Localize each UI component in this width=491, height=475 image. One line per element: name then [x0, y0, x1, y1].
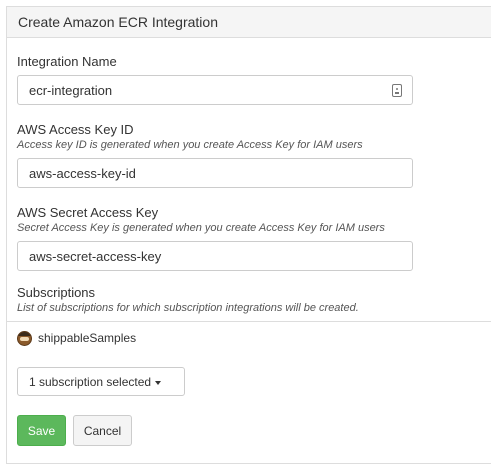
cancel-button[interactable]: Cancel: [73, 415, 132, 446]
secret-key-label: AWS Secret Access Key: [17, 205, 159, 220]
access-key-label: AWS Access Key ID: [17, 122, 134, 137]
access-key-input[interactable]: aws-access-key-id: [17, 158, 413, 188]
access-key-value: aws-access-key-id: [29, 166, 136, 181]
subscription-dropdown[interactable]: 1 subscription selected: [17, 367, 185, 396]
org-avatar: [17, 330, 32, 346]
contact-card-icon: [392, 84, 402, 97]
integration-name-input[interactable]: ecr-integration: [17, 75, 413, 105]
panel-title: Create Amazon ECR Integration: [7, 7, 491, 38]
caret-down-icon: [155, 380, 162, 385]
org-name: shippableSamples: [38, 331, 137, 345]
secret-key-input[interactable]: aws-secret-access-key: [17, 241, 413, 271]
section-divider: [6, 321, 491, 322]
secret-key-value: aws-secret-access-key: [29, 249, 162, 264]
secret-key-help: Secret Access Key is generated when you …: [17, 222, 385, 234]
integration-name-value: ecr-integration: [29, 83, 113, 98]
save-button[interactable]: Save: [17, 415, 66, 446]
org-item: shippableSamples: [17, 330, 136, 346]
access-key-help: Access key ID is generated when you crea…: [17, 139, 363, 151]
subscription-dropdown-label: 1 subscription selected: [29, 375, 152, 389]
subscriptions-label: Subscriptions: [17, 285, 96, 300]
integration-name-label: Integration Name: [17, 54, 117, 69]
subscriptions-help: List of subscriptions for which subscrip…: [17, 302, 359, 314]
